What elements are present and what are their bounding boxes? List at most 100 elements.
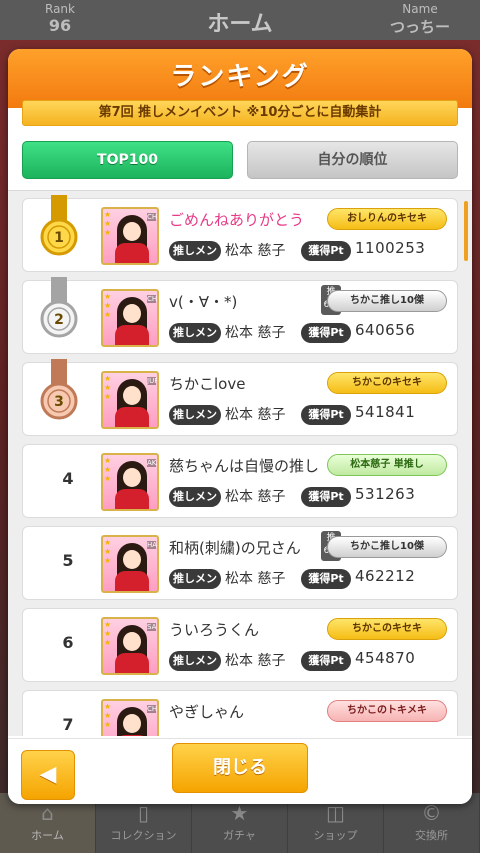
scrollbar-thumb[interactable]: [464, 201, 468, 261]
avatar-name-tag: CHI: [147, 705, 159, 713]
player-name: ちかこlove: [169, 375, 246, 393]
title-badge: 松本慈子 単推し: [327, 454, 447, 476]
oshi-name: 松本 慈子: [225, 571, 286, 587]
points-value: 541841: [355, 403, 416, 421]
avatar: ★★★ CHIKAKO: [101, 207, 159, 265]
medal-icon: 1: [40, 195, 78, 256]
points-value: 1100253: [355, 239, 426, 257]
avatar-name-tag: JURINA: [147, 377, 159, 385]
ranking-row[interactable]: 3 ★★★ JURINA ちかこlove 推しメン松本 慈子獲得Pt541841 ちかこの…: [22, 359, 458, 436]
nav-gacha-label: ガチャ: [223, 829, 256, 842]
tab-top100[interactable]: TOP100: [22, 141, 233, 179]
points-label: 獲得Pt: [301, 651, 351, 671]
ranking-dialog: ランキング 第7回 推しメンイベント ※10分ごとに自動集計 TOP100 自分…: [8, 49, 472, 804]
name-label: Name: [402, 2, 438, 16]
rank-number: 5: [62, 551, 74, 570]
avatar-name-tag: CHIKAKO: [147, 213, 159, 221]
medal-icon: 2: [40, 277, 78, 338]
ranking-row[interactable]: 1 ★★★ CHIKAKO ごめんねありがとう推しメン松本 慈子獲得Pt1100253…: [22, 195, 458, 272]
avatar-name-tag: AKARI: [147, 459, 157, 467]
avatar: ★★★ HARUKA: [101, 535, 159, 593]
name-value: つっちー: [389, 18, 450, 36]
rank-number: 7: [62, 715, 74, 734]
medal-rank: 2: [54, 312, 64, 328]
points-value: 640656: [355, 321, 416, 339]
oshi-label: 推しメン: [169, 487, 221, 507]
title-badge: ちかこのキセキ: [327, 618, 447, 640]
oshi-name: 松本 慈子: [225, 407, 286, 423]
oshi-name: 松本 慈子: [225, 325, 286, 341]
rank-number: 4: [62, 469, 74, 488]
points-value: 531263: [355, 485, 416, 503]
avatar: ★★★ JURINA: [101, 371, 159, 429]
top-status-bar: Rank 96 ホーム Name つっちー: [0, 0, 480, 40]
oshi-label: 推しメン: [169, 405, 221, 425]
nav-home-label: ホーム: [31, 829, 64, 842]
rank-number: 6: [62, 633, 74, 652]
ranking-row[interactable]: 7 ★ ★ ★ CHI やぎしゃん ちかこのトキメキ: [22, 690, 458, 736]
oshi-name: 松本 慈子: [225, 653, 286, 669]
ranking-list[interactable]: 1★★★CHIKAKOごめんねありがとう推しメン松本 慈子獲得Pt1100253…: [8, 190, 472, 736]
home-icon: ⌂: [41, 801, 54, 825]
player-name: v(・∀・*): [169, 293, 238, 311]
avatar: ★★★ SAKI: [101, 617, 159, 675]
oshi-label: 推しメン: [169, 323, 221, 343]
player-name: ういろうくん: [169, 621, 260, 639]
oshi-label: 推しメン: [169, 569, 221, 589]
title-badge: ちかこ推し10傑: [327, 290, 447, 312]
points-value: 462212: [355, 567, 416, 585]
title-badge: ちかこ推し10傑: [327, 536, 447, 558]
avatar-name-tag: CHIKAKO: [147, 295, 159, 303]
gacha-icon: ★: [230, 801, 249, 825]
collection-icon: ▯: [137, 801, 150, 825]
ranking-row[interactable]: 6 ★★★ SAKI ういろうくん推しメン松本 慈子獲得Pt454870 ちかこのキセキ: [22, 608, 458, 682]
oshi-label: 推しメン: [169, 241, 221, 261]
avatar-name-tag: SAKI: [147, 623, 157, 631]
user-name-display: Name つっちー: [380, 2, 460, 37]
player-name: ごめんねありがとう: [169, 211, 305, 229]
title-badge: ちかこのトキメキ: [327, 700, 447, 722]
event-banner: 第7回 推しメンイベント ※10分ごとに自動集計: [22, 100, 458, 126]
nav-exchange-label: 交換所: [415, 829, 448, 842]
dialog-footer: ◀ 閉じる: [8, 738, 472, 804]
player-name: 和柄(刺繍)の兄さん: [169, 539, 301, 557]
avatar: ★★★ AKARI: [101, 453, 159, 511]
points-label: 獲得Pt: [301, 323, 351, 343]
points-label: 獲得Pt: [301, 569, 351, 589]
rarity-stars: ★ ★ ★: [104, 210, 112, 237]
nav-collection-label: コレクション: [110, 829, 177, 842]
oshi-name: 松本 慈子: [225, 489, 286, 505]
player-name: やぎしゃん: [169, 703, 245, 721]
rarity-stars: ★ ★ ★: [104, 620, 112, 647]
back-button[interactable]: ◀: [21, 750, 75, 800]
avatar: ★ ★ ★ CHI: [101, 699, 159, 736]
medal-rank: 1: [54, 230, 64, 246]
medal-icon: 3: [40, 359, 78, 420]
ranking-row[interactable]: 4 ★★★ AKARI 慈ちゃんは自慢の推し推しメン松本 慈子獲得Pt531263 松本…: [22, 444, 458, 518]
ranking-tabs: TOP100 自分の順位: [22, 141, 458, 179]
rarity-stars: ★ ★ ★: [104, 456, 112, 483]
close-button[interactable]: 閉じる: [172, 743, 308, 793]
points-label: 獲得Pt: [301, 241, 351, 261]
exchange-icon: ©: [421, 801, 442, 825]
nav-shop-label: ショップ: [313, 829, 358, 842]
ranking-row[interactable]: 2★★★CHIKAKOv(・∀・*)推しメン松本 慈子獲得Pt640656推6回…: [22, 277, 458, 354]
rarity-stars: ★ ★ ★: [104, 702, 112, 729]
points-label: 獲得Pt: [301, 487, 351, 507]
oshi-name: 松本 慈子: [225, 243, 286, 259]
player-name: 慈ちゃんは自慢の推し: [169, 457, 320, 475]
rarity-stars: ★ ★ ★: [104, 538, 112, 565]
points-label: 獲得Pt: [301, 405, 351, 425]
title-badge: おしりんのキセキ: [327, 208, 447, 230]
medal-rank: 3: [54, 394, 64, 410]
points-value: 454870: [355, 649, 416, 667]
avatar: ★★★ CHIKAKO: [101, 289, 159, 347]
shop-icon: ◫: [326, 801, 345, 825]
oshi-label: 推しメン: [169, 651, 221, 671]
title-badge: ちかこのキセキ: [327, 372, 447, 394]
rarity-stars: ★ ★ ★: [104, 374, 112, 401]
rarity-stars: ★ ★ ★: [104, 292, 112, 319]
avatar-name-tag: HARUKA: [147, 541, 158, 549]
tab-my-rank[interactable]: 自分の順位: [247, 141, 458, 179]
ranking-row[interactable]: 5★★★HARUKA和柄(刺繍)の兄さん推しメン松本 慈子獲得Pt462212推…: [22, 526, 458, 600]
